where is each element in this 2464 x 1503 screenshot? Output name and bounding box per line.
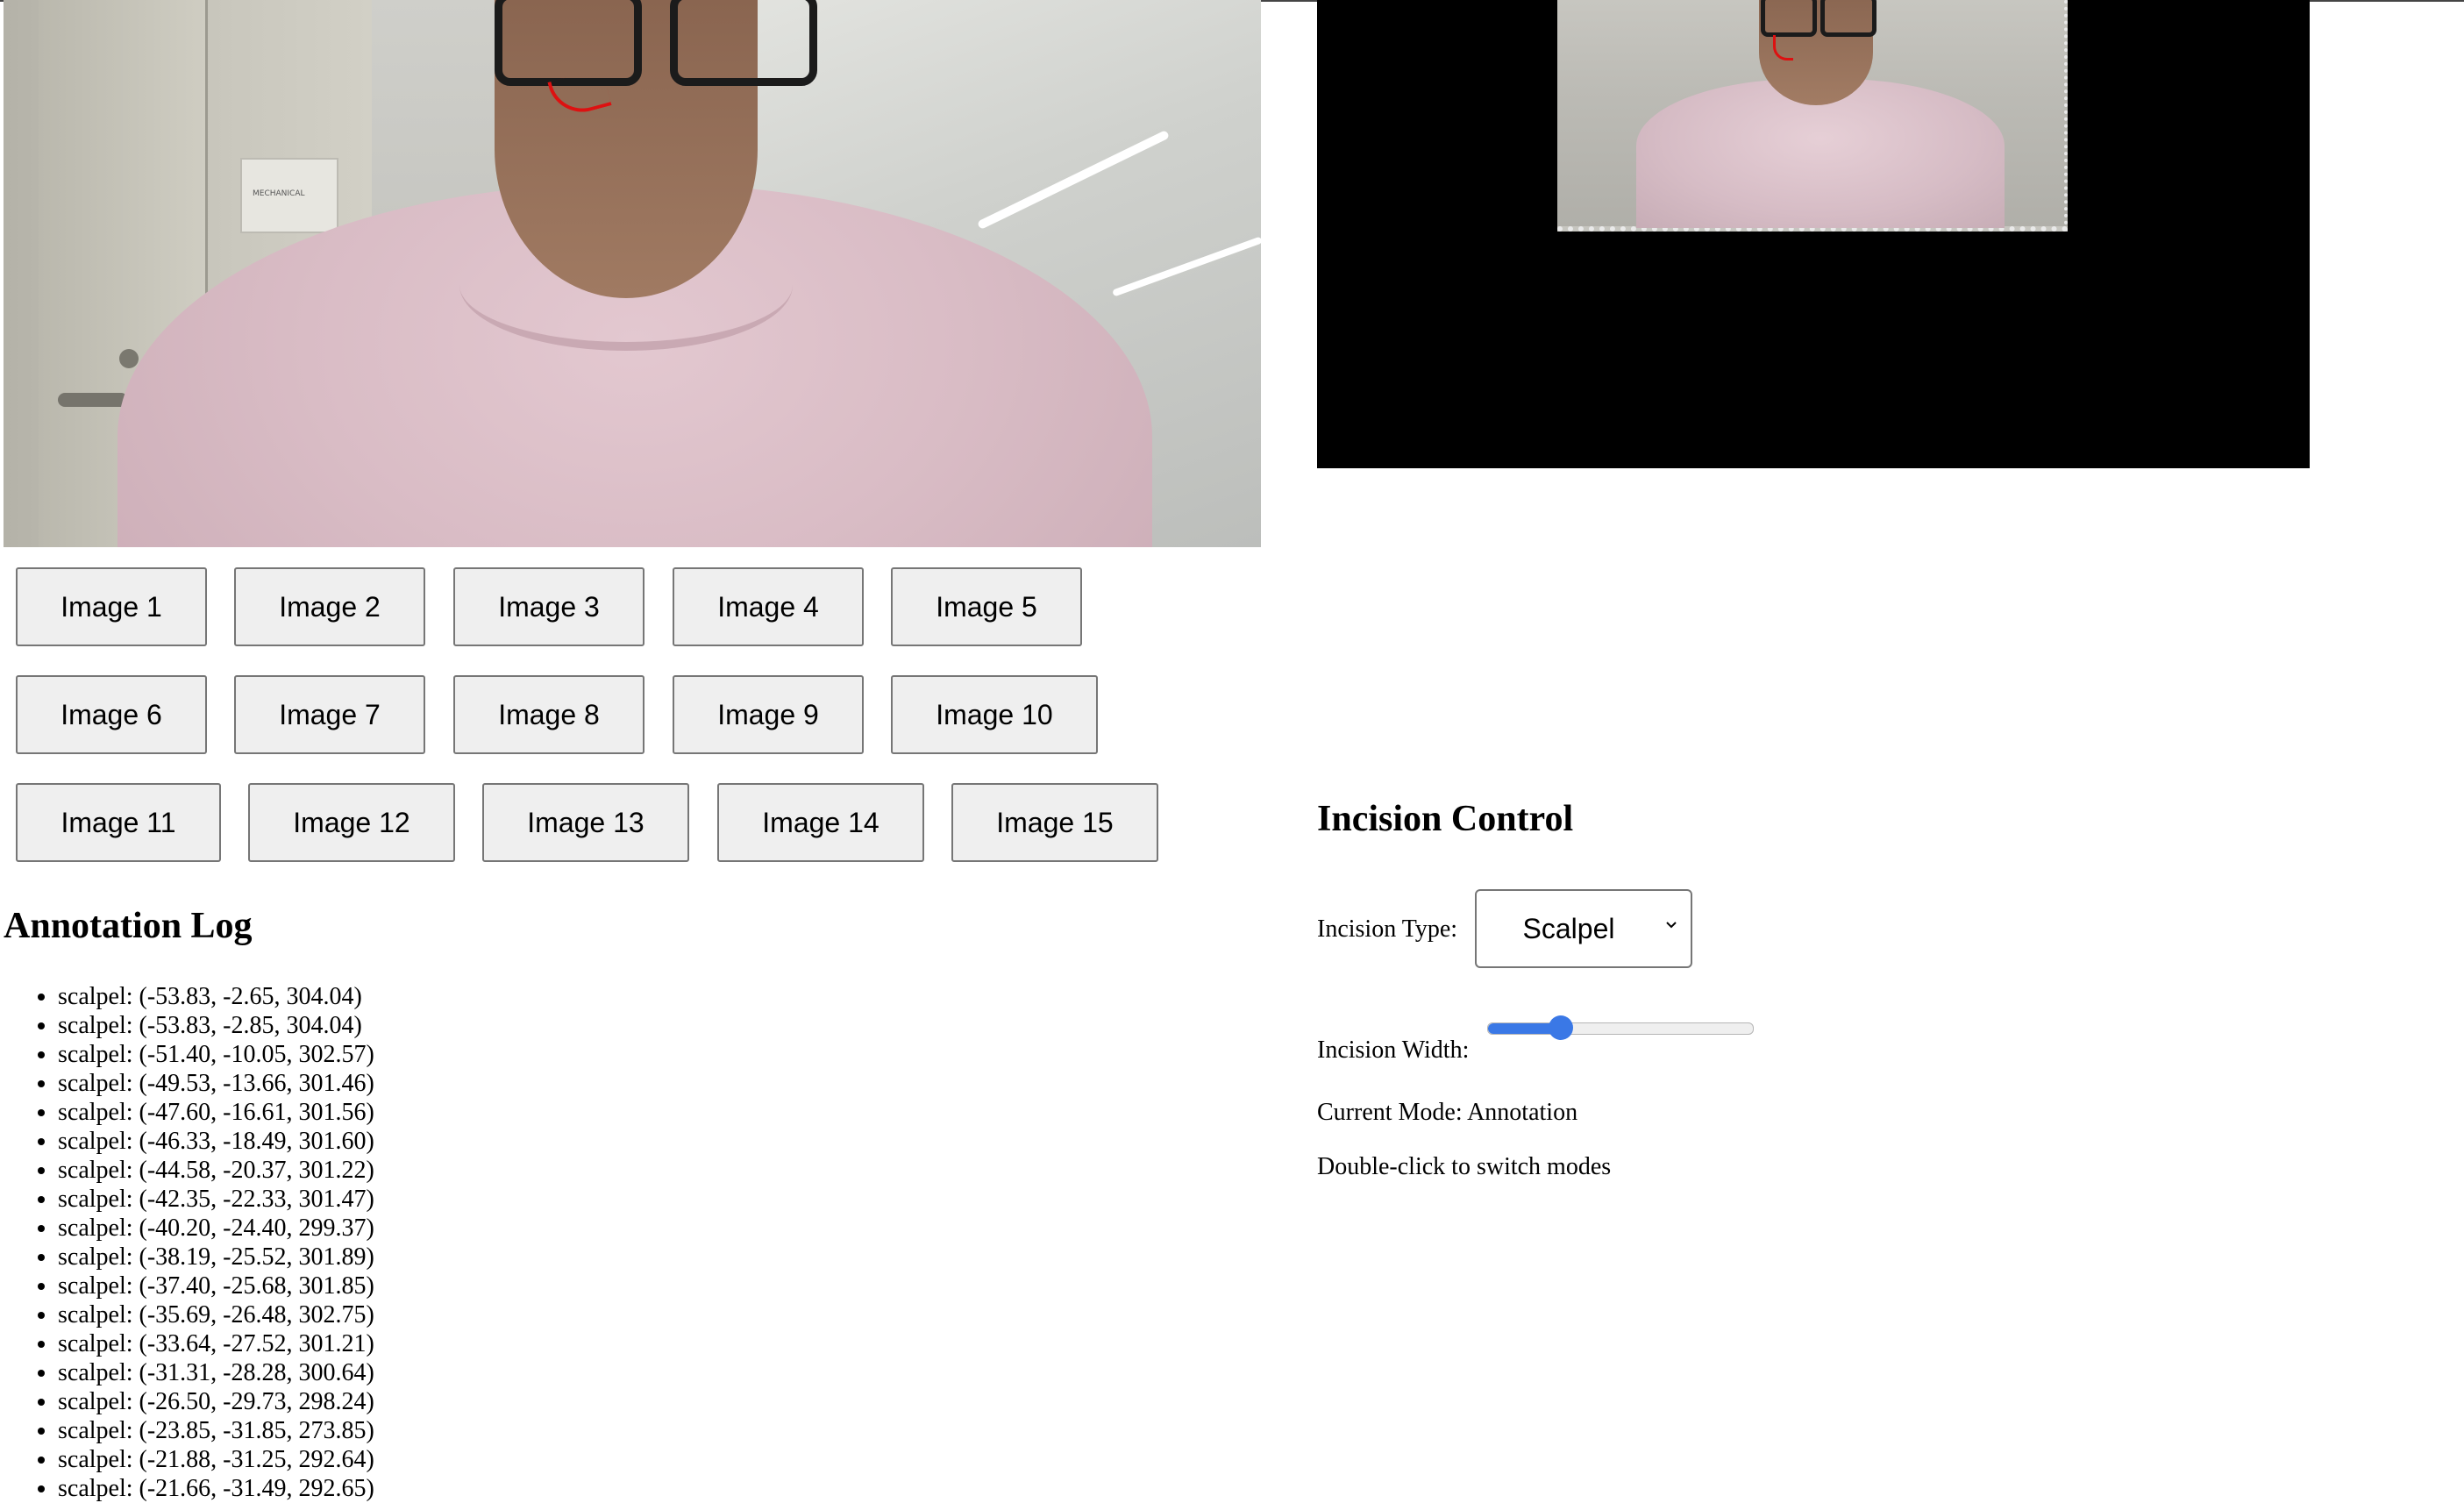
image-button-1[interactable]: Image 1 bbox=[16, 567, 207, 646]
log-entry: scalpel: (-53.83, -2.65, 304.04) bbox=[58, 982, 374, 1011]
log-entry: scalpel: (-40.20, -24.40, 299.37) bbox=[58, 1214, 374, 1243]
image-button-8[interactable]: Image 8 bbox=[453, 675, 644, 754]
incision-type-label: Incision Type: bbox=[1317, 915, 1458, 943]
slider-thumb[interactable] bbox=[1548, 1015, 1573, 1040]
log-entry: scalpel: (-42.35, -22.33, 301.47) bbox=[58, 1185, 374, 1214]
log-entry: scalpel: (-51.40, -10.05, 302.57) bbox=[58, 1040, 374, 1069]
incision-type-select[interactable]: Scalpel bbox=[1475, 889, 1692, 968]
log-entry: scalpel: (-33.64, -27.52, 301.21) bbox=[58, 1329, 374, 1358]
annotation-log-title: Annotation Log bbox=[4, 906, 253, 946]
image-button-2[interactable]: Image 2 bbox=[234, 567, 425, 646]
render-view[interactable] bbox=[1317, 0, 2310, 468]
camera-subject-glasses bbox=[495, 0, 817, 86]
image-button-12[interactable]: Image 12 bbox=[248, 783, 455, 862]
current-mode-text: Current Mode: Annotation bbox=[1317, 1099, 1578, 1126]
image-button-9[interactable]: Image 9 bbox=[673, 675, 864, 754]
camera-subject-collar bbox=[459, 219, 793, 351]
image-button-4[interactable]: Image 4 bbox=[673, 567, 864, 646]
log-entry: scalpel: (-23.85, -31.85, 273.85) bbox=[58, 1416, 374, 1445]
log-entry: scalpel: (-38.19, -25.52, 301.89) bbox=[58, 1243, 374, 1271]
log-entry: scalpel: (-46.33, -18.49, 301.60) bbox=[58, 1127, 374, 1156]
render-textured-mesh bbox=[1557, 0, 2068, 232]
image-button-14[interactable]: Image 14 bbox=[717, 783, 924, 862]
incision-type-value: Scalpel bbox=[1522, 912, 1615, 944]
image-button-13[interactable]: Image 13 bbox=[482, 783, 689, 862]
camera-sign-text: MECHANICAL bbox=[253, 189, 305, 198]
image-button-11[interactable]: Image 11 bbox=[16, 783, 221, 862]
incision-control-title: Incision Control bbox=[1317, 799, 1574, 839]
log-entry: scalpel: (-21.88, -31.25, 292.64) bbox=[58, 1445, 374, 1474]
log-entry: scalpel: (-47.60, -16.61, 301.56) bbox=[58, 1098, 374, 1127]
camera-wall-sign: MECHANICAL bbox=[240, 158, 338, 233]
image-button-6[interactable]: Image 6 bbox=[16, 675, 207, 754]
render-subject-glasses bbox=[1761, 0, 1876, 37]
log-entry: scalpel: (-37.40, -25.68, 301.85) bbox=[58, 1271, 374, 1300]
image-button-3[interactable]: Image 3 bbox=[453, 567, 644, 646]
image-button-7[interactable]: Image 7 bbox=[234, 675, 425, 754]
incision-width-label: Incision Width: bbox=[1317, 1036, 1470, 1064]
log-entry: scalpel: (-44.58, -20.37, 301.22) bbox=[58, 1156, 374, 1185]
log-entry: scalpel: (-31.31, -28.28, 300.64) bbox=[58, 1358, 374, 1387]
camera-door-handle bbox=[58, 393, 128, 407]
image-button-15[interactable]: Image 15 bbox=[951, 783, 1158, 862]
image-button-10[interactable]: Image 10 bbox=[891, 675, 1098, 754]
chevron-down-icon bbox=[1666, 922, 1677, 929]
camera-feed[interactable]: MECHANICAL bbox=[4, 0, 1261, 547]
log-entry: scalpel: (-49.53, -13.66, 301.46) bbox=[58, 1069, 374, 1098]
incision-width-slider[interactable] bbox=[1487, 1015, 1754, 1040]
mode-hint-text: Double-click to switch modes bbox=[1317, 1153, 1612, 1180]
log-entry: scalpel: (-35.69, -26.48, 302.75) bbox=[58, 1300, 374, 1329]
log-entry: scalpel: (-26.50, -29.73, 298.24) bbox=[58, 1387, 374, 1416]
annotation-log-list: scalpel: (-53.83, -2.65, 304.04) scalpel… bbox=[0, 982, 374, 1503]
log-entry: scalpel: (-53.83, -2.85, 304.04) bbox=[58, 1011, 374, 1040]
camera-door-knob bbox=[119, 349, 139, 368]
image-button-5[interactable]: Image 5 bbox=[891, 567, 1082, 646]
